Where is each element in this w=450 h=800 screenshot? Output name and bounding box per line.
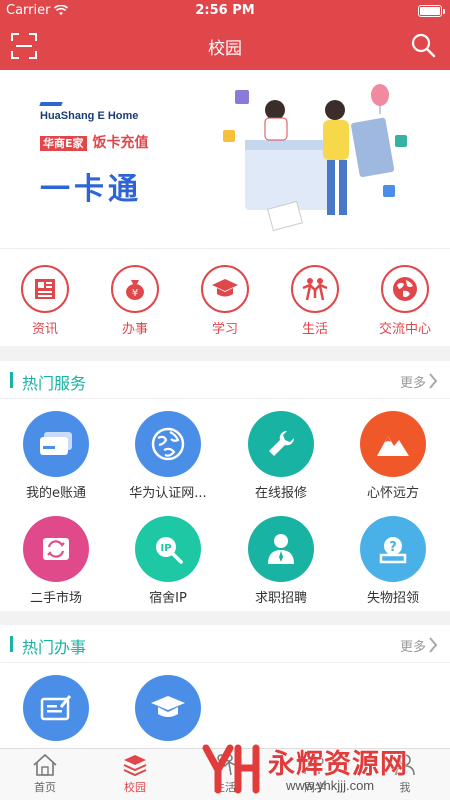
graduation-cap-icon bbox=[135, 675, 201, 741]
tab-life-label: 生活 bbox=[214, 781, 236, 794]
category-news-label: 资讯 bbox=[31, 322, 58, 337]
category-life[interactable]: 生活 bbox=[270, 265, 360, 337]
tab-campus[interactable]: 校园 bbox=[90, 753, 180, 795]
life-icon bbox=[291, 265, 339, 313]
page-title: 校园 bbox=[208, 39, 242, 59]
service-label: 我的e账通 bbox=[26, 486, 86, 501]
service-far-away[interactable]: 心怀远方 bbox=[337, 411, 449, 501]
affair-item-graduation[interactable] bbox=[112, 675, 224, 741]
user-icon bbox=[395, 754, 415, 776]
category-affairs-label: 办事 bbox=[121, 322, 148, 337]
globe-icon bbox=[381, 265, 429, 313]
promo-banner[interactable]: HuaShang E Home 华商E家 饭卡充值 一卡通 bbox=[0, 70, 450, 248]
ip-search-icon: IP bbox=[135, 516, 201, 582]
people-icon bbox=[304, 755, 324, 775]
svg-text:?: ? bbox=[389, 540, 397, 555]
tab-home[interactable]: 首页 bbox=[0, 753, 90, 795]
tab-classmates[interactable]: 同学 bbox=[270, 753, 360, 795]
category-study[interactable]: 学习 bbox=[180, 265, 270, 337]
tab-me-label: 我 bbox=[399, 781, 411, 794]
service-label: 宿舍IP bbox=[149, 591, 187, 606]
service-second-hand[interactable]: 二手市场 bbox=[0, 516, 112, 606]
banner-tag: 华商E家 bbox=[40, 136, 87, 151]
graduation-cap-icon bbox=[201, 265, 249, 313]
tab-me[interactable]: 我 bbox=[360, 753, 450, 795]
status-time: 2:56 PM bbox=[195, 3, 255, 18]
tab-campus-label: 校园 bbox=[124, 781, 146, 794]
svg-text:IP: IP bbox=[160, 543, 171, 554]
globe-icon bbox=[135, 411, 201, 477]
section-accent-bar bbox=[10, 372, 13, 388]
hot-services-header: 热门服务 更多 bbox=[0, 361, 450, 399]
service-jobs[interactable]: 求职招聘 bbox=[225, 516, 337, 606]
service-label: 二手市场 bbox=[29, 591, 82, 606]
tab-classmates-label: 同学 bbox=[304, 781, 326, 794]
tab-life[interactable]: 生活 bbox=[180, 753, 270, 795]
battery-icon bbox=[418, 5, 445, 17]
life-icon bbox=[214, 754, 236, 776]
category-affairs[interactable]: ¥ 办事 bbox=[90, 265, 180, 337]
battery-fill bbox=[420, 7, 440, 15]
banner-tagline: 华商E家 饭卡充值 bbox=[40, 132, 149, 152]
chevron-right-icon[interactable] bbox=[428, 637, 438, 653]
news-icon bbox=[21, 265, 69, 313]
category-exchange[interactable]: 交流中心 bbox=[360, 265, 450, 337]
category-life-label: 生活 bbox=[301, 322, 328, 337]
banner-brand: HuaShang E Home bbox=[39, 102, 138, 122]
service-label: 在线报修 bbox=[254, 486, 307, 501]
layers-icon bbox=[123, 755, 147, 777]
service-label: 心怀远方 bbox=[366, 486, 419, 501]
service-dorm-ip[interactable]: IP 宿舍IP bbox=[112, 516, 224, 606]
category-exchange-label: 交流中心 bbox=[378, 322, 431, 337]
hot-services-title: 热门服务 bbox=[22, 374, 87, 393]
service-e-account[interactable]: 我的e账通 bbox=[0, 411, 112, 501]
hot-affairs-header: 热门办事 更多 bbox=[0, 625, 450, 663]
category-grid: 资讯 ¥ 办事 学习 生活 交流中心 bbox=[0, 248, 450, 346]
section-accent-bar bbox=[10, 636, 13, 652]
service-lost-found[interactable]: ? 失物招领 bbox=[337, 516, 449, 606]
service-online-repair[interactable]: 在线报修 bbox=[225, 411, 337, 501]
exchange-icon bbox=[23, 516, 89, 582]
hot-services-more-link[interactable]: 更多 bbox=[400, 372, 426, 391]
status-bar: Carrier 2:56 PM bbox=[0, 0, 450, 22]
tab-bar: 首页 校园 生活 同学 我 bbox=[0, 748, 450, 800]
chevron-right-icon[interactable] bbox=[428, 373, 438, 389]
category-news[interactable]: 资讯 bbox=[0, 265, 90, 337]
money-bag-icon: ¥ bbox=[111, 265, 159, 313]
hot-affairs-section: 热门办事 更多 bbox=[0, 625, 450, 748]
banner-card-word: 一卡通 bbox=[40, 172, 142, 207]
person-icon bbox=[248, 516, 314, 582]
search-icon[interactable] bbox=[410, 32, 436, 58]
card-icon bbox=[23, 411, 89, 477]
category-study-label: 学习 bbox=[211, 322, 238, 337]
service-label: 求职招聘 bbox=[254, 591, 307, 606]
hot-affairs-more-link[interactable]: 更多 bbox=[400, 636, 426, 655]
service-label: 华为认证网... bbox=[129, 486, 207, 501]
wrench-icon bbox=[248, 411, 314, 477]
hot-affairs-title: 热门办事 bbox=[22, 638, 87, 657]
form-edit-icon bbox=[23, 675, 89, 741]
banner-illustration bbox=[223, 84, 407, 232]
service-huawei-network[interactable]: 华为认证网... bbox=[112, 411, 224, 501]
question-box-icon: ? bbox=[360, 516, 426, 582]
tab-home-label: 首页 bbox=[34, 781, 56, 794]
hot-services-section: 热门服务 更多 我的e账通 华为认证网... 在线报修 心怀远方 二手市场 IP… bbox=[0, 361, 450, 611]
mountain-icon bbox=[360, 411, 426, 477]
service-label: 失物招领 bbox=[366, 591, 419, 606]
svg-text:¥: ¥ bbox=[132, 288, 138, 299]
affair-item-form[interactable] bbox=[0, 675, 112, 741]
nav-bar: 校园 bbox=[0, 22, 450, 70]
home-icon bbox=[33, 753, 57, 776]
